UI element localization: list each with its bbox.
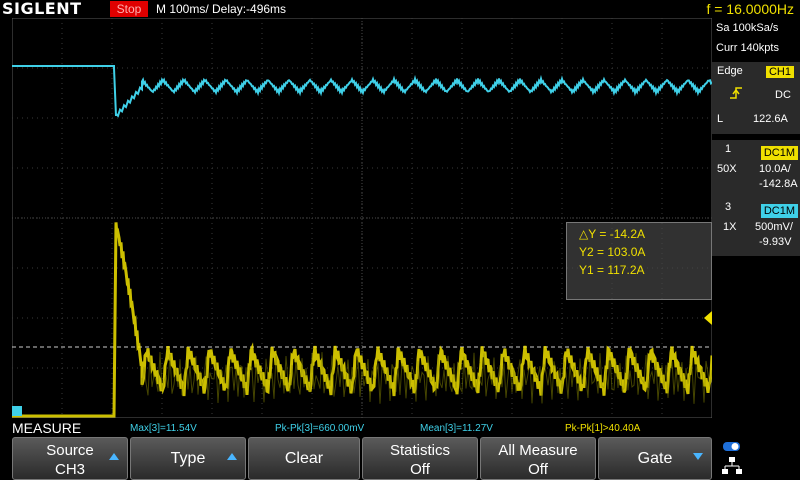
up-arrow-icon <box>227 453 237 460</box>
waveform-display[interactable] <box>12 18 712 418</box>
frequency-counter: f = 16.0000Hz <box>706 1 794 17</box>
ch1-scale: 10.0A/ <box>759 163 791 175</box>
toggle-icon[interactable] <box>723 442 740 451</box>
ch3-ground-marker <box>12 406 22 416</box>
brand-logo: SIGLENT <box>2 0 82 18</box>
ch1-offset: -142.8A <box>759 178 798 190</box>
ch3-number: 3 <box>725 201 732 213</box>
ch3-scale: 500mV/ <box>755 221 793 233</box>
waveform-canvas[interactable] <box>12 18 712 418</box>
measure-item: Mean[3]=11.27V <box>420 423 493 434</box>
status-bar: SIGLENT Stop M 100ms/ Delay:-496ms f = 1… <box>0 0 800 18</box>
all-measure-softkey[interactable]: All Measure Off <box>480 437 596 480</box>
ch1-coupling-badge: DC1M <box>760 143 798 161</box>
measure-item: Pk-Pk[1]>40.40A <box>565 423 641 434</box>
source-value: CH3 <box>54 461 85 478</box>
ch1-number: 1 <box>725 143 732 155</box>
cursor-delta-y: △Y = -14.2A <box>579 227 646 241</box>
measure-bar: MEASURE Max[3]=11.54V Pk-Pk[3]=660.00mV … <box>0 420 712 436</box>
trigger-level-label: L <box>717 113 724 125</box>
statistics-label: Statistics <box>389 442 450 459</box>
type-softkey[interactable]: Type <box>130 437 246 480</box>
right-info-panel: Sa 100kSa/s Curr 140kpts Edge CH1 DC L 1… <box>712 18 800 418</box>
timebase-readout[interactable]: M 100ms/ Delay:-496ms <box>156 0 286 18</box>
clear-label: Clear <box>284 450 324 467</box>
status-icons[interactable] <box>722 441 742 477</box>
ch3-probe: 1X <box>723 221 737 233</box>
ch1-probe: 50X <box>717 163 737 175</box>
ch3-panel[interactable]: 3 DC1M 1X 500mV/ -9.93V <box>712 198 800 256</box>
trigger-coupling: DC <box>775 89 791 101</box>
up-arrow-icon <box>109 453 119 460</box>
source-softkey[interactable]: Source CH3 <box>12 437 128 480</box>
network-icon <box>722 457 742 474</box>
trigger-type: Edge <box>717 65 743 77</box>
trigger-level: 122.6A <box>753 113 788 125</box>
ch3-coupling-badge: DC1M <box>760 201 798 219</box>
trigger-panel[interactable]: Edge CH1 DC L 122.6A <box>712 62 800 134</box>
all-measure-value: Off <box>528 461 548 478</box>
clear-softkey[interactable]: Clear <box>248 437 360 480</box>
rising-edge-icon <box>730 87 742 99</box>
trigger-source-badge: CH1 <box>763 65 797 79</box>
softkey-bar: Source CH3 Type Clear Statistics Off All… <box>0 437 800 480</box>
measure-title: MEASURE <box>12 420 82 436</box>
ch3-offset: -9.93V <box>759 236 792 248</box>
statistics-value: Off <box>410 461 430 478</box>
memory-depth: Curr 140kpts <box>716 42 779 54</box>
measure-item: Pk-Pk[3]=660.00mV <box>275 423 365 434</box>
cursor-y2: Y2 = 103.0A <box>579 245 646 259</box>
statistics-softkey[interactable]: Statistics Off <box>362 437 478 480</box>
cursor-readout: △Y = -14.2A Y2 = 103.0A Y1 = 117.2A <box>566 222 712 300</box>
measure-item: Max[3]=11.54V <box>130 423 197 434</box>
ch1-panel[interactable]: 1 DC1M 50X 10.0A/ -142.8A <box>712 140 800 198</box>
gate-softkey[interactable]: Gate <box>598 437 712 480</box>
sample-rate: Sa 100kSa/s <box>716 22 779 34</box>
all-measure-label: All Measure <box>498 442 578 459</box>
run-state-badge[interactable]: Stop <box>110 1 148 17</box>
down-arrow-icon <box>693 453 703 460</box>
cursor-y1: Y1 = 117.2A <box>579 263 645 277</box>
